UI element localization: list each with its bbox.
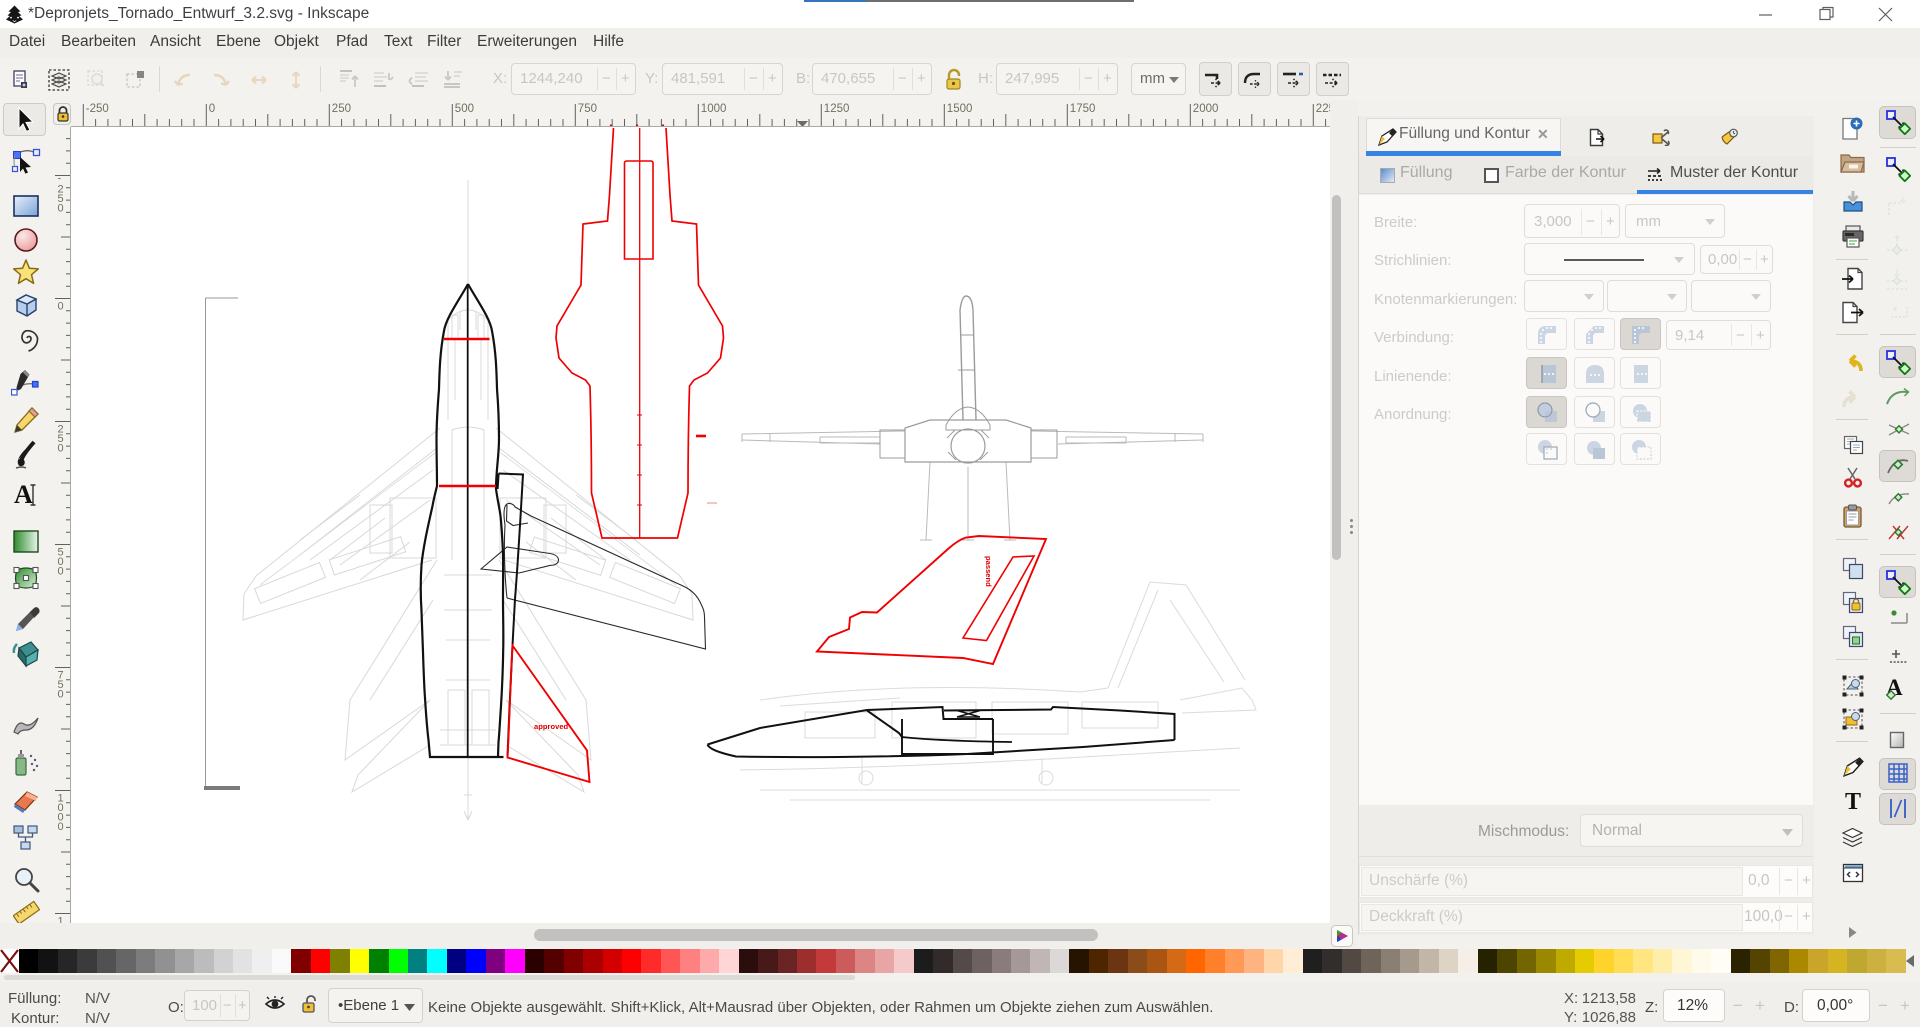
svg-text:1: 1 [58, 916, 64, 924]
svg-text:0: 0 [209, 103, 215, 115]
svg-text:250: 250 [332, 103, 351, 115]
svg-text:1500: 1500 [947, 103, 973, 115]
svg-text:500: 500 [455, 103, 474, 115]
svg-text:0: 0 [58, 821, 64, 833]
svg-text:0: 0 [58, 301, 64, 313]
svg-text:passend: passend [984, 556, 993, 587]
svg-text:-250: -250 [86, 103, 109, 115]
svg-text:1750: 1750 [1070, 103, 1096, 115]
svg-text:approved: approved [534, 722, 569, 731]
svg-text:A: A [14, 481, 33, 509]
svg-text:0: 0 [58, 689, 64, 701]
svg-text:0: 0 [58, 566, 64, 578]
svg-text:2000: 2000 [1193, 103, 1219, 115]
svg-text:1000: 1000 [701, 103, 727, 115]
svg-text:2250: 2250 [1316, 103, 1330, 115]
svg-text:0: 0 [58, 203, 64, 215]
svg-text:0: 0 [58, 443, 64, 455]
svg-text:750: 750 [578, 103, 597, 115]
svg-text:1250: 1250 [824, 103, 850, 115]
